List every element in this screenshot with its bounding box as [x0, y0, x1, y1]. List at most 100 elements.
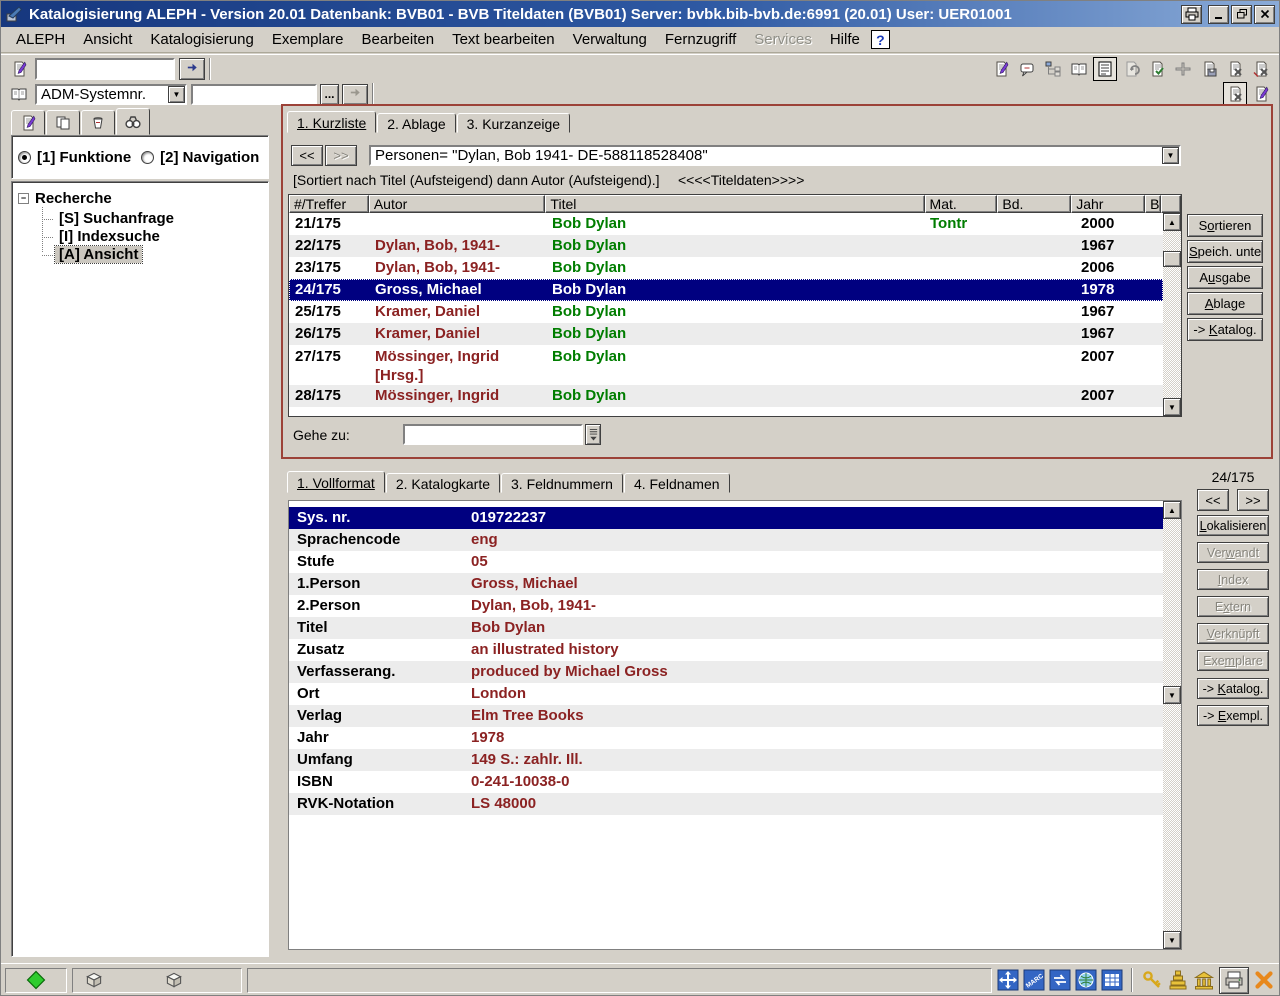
- scroll-down-button[interactable]: ▼: [1163, 931, 1181, 949]
- column-header-jahr[interactable]: Jahr: [1071, 195, 1145, 213]
- table-row[interactable]: 22/175Dylan, Bob, 1941-Bob Dylan1967: [289, 235, 1163, 257]
- record-jump-button[interactable]: [7, 82, 31, 106]
- menu-services[interactable]: Services: [745, 27, 821, 52]
- delete-page-button[interactable]: [1223, 82, 1247, 106]
- jump-type-dropdown-button[interactable]: ▼: [168, 86, 185, 103]
- record-row-isbn[interactable]: ISBN0-241-10038-0: [289, 771, 1163, 793]
- record-row-2-person[interactable]: 2.PersonDylan, Bob, 1941-: [289, 595, 1163, 617]
- table-row[interactable]: 21/175Bob DylanTontr2000: [289, 213, 1163, 235]
- help-button[interactable]: ?: [871, 30, 890, 49]
- tab-3-feldnummern[interactable]: 3. Feldnummern: [501, 473, 623, 493]
- record-scrollbar[interactable]: ▲ ▼ ▼: [1163, 501, 1181, 949]
- restore-button[interactable]: [1231, 5, 1252, 24]
- ausgabe-button[interactable]: Ausgabe: [1187, 266, 1263, 289]
- callout-button[interactable]: [1015, 57, 1039, 81]
- record-row-verfasserang[interactable]: Verfasserang.produced by Michael Gross: [289, 661, 1163, 683]
- column-header-autor[interactable]: Autor: [369, 195, 546, 213]
- sidebar-splitter[interactable]: [272, 105, 279, 959]
- record-row-jahr[interactable]: Jahr1978: [289, 727, 1163, 749]
- edit-note-button[interactable]: [1249, 82, 1273, 106]
- speich-unter-button[interactable]: Speich. unter: [1187, 240, 1263, 263]
- scroll-down-button[interactable]: ▼: [1163, 398, 1181, 416]
- globe-button[interactable]: [1075, 969, 1097, 991]
- sidebar-tab-binoculars[interactable]: [116, 108, 150, 135]
- scroll-down-button[interactable]: ▼: [1163, 686, 1181, 704]
- results-scrollbar[interactable]: ▲ ▼: [1163, 213, 1181, 416]
- quick-search-input[interactable]: [35, 58, 175, 80]
- tree-item-s-suchanfrage[interactable]: [S] Suchanfrage: [55, 210, 178, 227]
- tree-item-a-ansicht[interactable]: [A] Ansicht: [55, 246, 142, 263]
- table-row[interactable]: 25/175Kramer, DanielBob Dylan1967: [289, 301, 1163, 323]
- sidebar-tab-copy-pages[interactable]: [46, 110, 80, 135]
- previous-record-button[interactable]: <<: [1197, 489, 1229, 511]
- delete-page-button[interactable]: [1223, 57, 1247, 81]
- queue-button[interactable]: [1167, 969, 1189, 991]
- titlebar-print-button[interactable]: [1181, 5, 1202, 24]
- exemplare-button[interactable]: Exemplare: [1197, 650, 1269, 671]
- sortieren-button[interactable]: Sortieren: [1187, 214, 1263, 237]
- minimize-button[interactable]: [1208, 5, 1229, 24]
- jump-go-button[interactable]: [342, 84, 368, 105]
- column-header-b[interactable]: B: [1145, 195, 1161, 213]
- record-row-umfang[interactable]: Umfang149 S.: zahlr. Ill.: [289, 749, 1163, 771]
- library-button[interactable]: [1193, 969, 1215, 991]
- verwandt-button[interactable]: Verwandt: [1197, 542, 1269, 563]
- ablage-button[interactable]: Ablage: [1187, 292, 1263, 315]
- quick-search-go-button[interactable]: [179, 58, 205, 80]
- scroll-up-button[interactable]: ▲: [1163, 501, 1181, 519]
- table-row[interactable]: 28/175Mössinger, IngridBob Dylan2007: [289, 385, 1163, 407]
- record-row-titel[interactable]: TitelBob Dylan: [289, 617, 1163, 639]
- table-row[interactable]: 24/175Gross, MichaelBob Dylan1978: [289, 279, 1163, 301]
- column-header-treffer[interactable]: #/Treffer: [289, 195, 369, 213]
- record-row-sys-nr[interactable]: Sys. nr.019722237: [289, 507, 1163, 529]
- katalog-button[interactable]: -> Katalog.: [1187, 318, 1263, 341]
- table-row[interactable]: 27/175Mössinger, Ingrid[Hrsg.]Bob Dylan2…: [289, 345, 1163, 385]
- key-button[interactable]: [1141, 969, 1163, 991]
- menu-hilfe[interactable]: Hilfe: [821, 27, 869, 52]
- exempl-button[interactable]: -> Exempl.: [1197, 705, 1269, 726]
- book-button[interactable]: [1067, 57, 1091, 81]
- table-row[interactable]: 26/175Kramer, DanielBob Dylan1967: [289, 323, 1163, 345]
- jump-type-select[interactable]: ADM-Systemnr. ▼: [35, 84, 187, 105]
- tree-item-i-indexsuche[interactable]: [I] Indexsuche: [55, 228, 164, 245]
- menu-katalogisierung[interactable]: Katalogisierung: [141, 27, 262, 52]
- grid-button[interactable]: [1101, 969, 1123, 991]
- menu-aleph[interactable]: ALEPH: [7, 27, 74, 52]
- query-dropdown-button[interactable]: ▼: [1162, 147, 1179, 164]
- close-page-button[interactable]: [1249, 57, 1273, 81]
- table-row[interactable]: 23/175Dylan, Bob, 1941-Bob Dylan2006: [289, 257, 1163, 279]
- list-button[interactable]: [1093, 57, 1117, 81]
- tab-2-katalogkarte[interactable]: 2. Katalogkarte: [386, 473, 500, 493]
- katalog-button[interactable]: -> Katalog.: [1197, 678, 1269, 699]
- functions-radio[interactable]: [18, 151, 31, 164]
- column-header-mat[interactable]: Mat.: [925, 195, 998, 213]
- scrollbar-thumb[interactable]: [1163, 251, 1181, 267]
- record-row-1-person[interactable]: 1.PersonGross, Michael: [289, 573, 1163, 595]
- hierarchy-button[interactable]: [1041, 57, 1065, 81]
- tab-1-kurzliste[interactable]: 1. Kurzliste: [287, 111, 376, 133]
- tree-collapse-icon[interactable]: −: [18, 193, 29, 204]
- edit-note-button[interactable]: [989, 57, 1013, 81]
- sidebar-tab-edit-note[interactable]: [11, 110, 45, 135]
- record-row-sprachencode[interactable]: Sprachencodeeng: [289, 529, 1163, 551]
- record-row-verlag[interactable]: VerlagElm Tree Books: [289, 705, 1163, 727]
- previous-set-button[interactable]: <<: [291, 145, 323, 166]
- next-set-button[interactable]: >>: [325, 145, 357, 166]
- quick-search-button[interactable]: [7, 57, 31, 81]
- navigation-radio[interactable]: [141, 151, 154, 164]
- close-button[interactable]: [1254, 5, 1275, 24]
- goto-input[interactable]: [403, 424, 583, 445]
- marc-button[interactable]: MARC: [1023, 969, 1045, 991]
- menu-ansicht[interactable]: Ansicht: [74, 27, 141, 52]
- check-page-button[interactable]: [1145, 57, 1169, 81]
- record-row-ort[interactable]: OrtLondon: [289, 683, 1163, 705]
- close-red-button[interactable]: [1253, 969, 1275, 991]
- extern-button[interactable]: Extern: [1197, 596, 1269, 617]
- tree-root-recherche[interactable]: − Recherche: [18, 190, 262, 207]
- menu-verwaltung[interactable]: Verwaltung: [564, 27, 656, 52]
- query-combobox[interactable]: Personen= "Dylan, Bob 1941- DE-588118528…: [369, 145, 1181, 166]
- record-row-rvk-notation[interactable]: RVK-NotationLS 48000: [289, 793, 1163, 815]
- sidebar-tab-bucket[interactable]: [81, 110, 115, 135]
- record-row-zusatz[interactable]: Zusatzan illustrated history: [289, 639, 1163, 661]
- move-button[interactable]: [997, 969, 1019, 991]
